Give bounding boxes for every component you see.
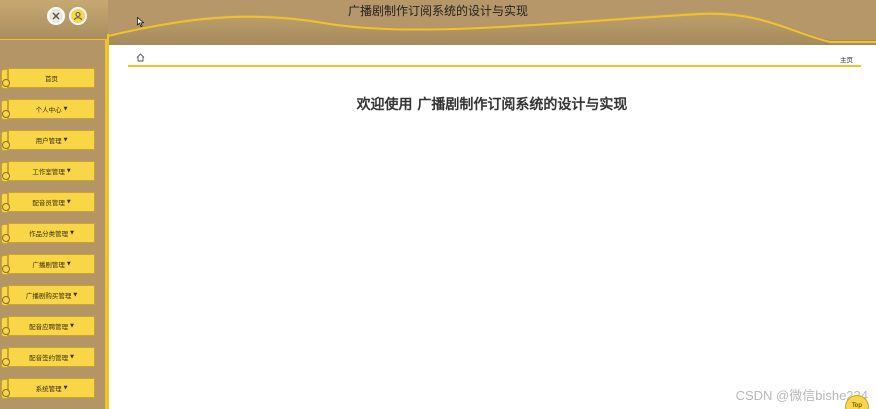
sidebar-tab-icon — [1, 162, 10, 182]
sidebar-item-category-management[interactable]: 作品分类管理 ▼ — [1, 223, 95, 244]
sidebar-tab-icon — [1, 69, 10, 89]
sidebar-tab-icon — [1, 379, 10, 399]
sidebar-item-label: 首页 — [45, 75, 58, 83]
sidebar-item-voice-actor-management[interactable]: 配音员管理 ▼ — [1, 192, 95, 213]
sidebar-item-home[interactable]: 首页 — [1, 68, 95, 89]
sidebar-tab-icon — [1, 224, 10, 244]
breadcrumb-current[interactable]: 主页 — [840, 54, 853, 64]
sidebar-item-label: 配音签约管理 — [29, 354, 69, 362]
mouse-cursor-icon — [137, 17, 144, 27]
app-title: 广播剧制作订阅系统的设计与实现 — [347, 4, 528, 18]
caret-down-icon: ▼ — [66, 261, 71, 267]
sidebar-tab-icon — [1, 100, 10, 120]
sidebar-item-contract-management[interactable]: 配音签约管理 ▼ — [1, 347, 95, 368]
user-icon[interactable] — [69, 7, 87, 25]
sidebar-tab-icon — [1, 286, 10, 306]
home-icon[interactable] — [136, 53, 145, 62]
sidebar-item-application-management[interactable]: 配音应聘管理 ▼ — [1, 316, 95, 337]
sidebar-item-label: 配音员管理 — [32, 199, 65, 207]
sidebar-tab-icon — [1, 348, 10, 368]
sidebar-item-system-management[interactable]: 系统管理 ▼ — [1, 378, 95, 399]
caret-down-icon: ▼ — [66, 168, 71, 174]
sidebar-item-label: 系统管理 — [35, 385, 62, 393]
sidebar-tab-icon — [1, 317, 10, 337]
sidebar-tab-icon — [1, 193, 10, 213]
sidebar-item-label: 工作室管理 — [32, 168, 65, 176]
breadcrumb: 主页 — [128, 50, 861, 67]
sidebar-tab-icon — [1, 131, 10, 151]
sidebar-item-user-management[interactable]: 用户管理 ▼ — [1, 130, 95, 151]
caret-down-icon: ▼ — [73, 292, 78, 298]
caret-down-icon: ▼ — [70, 323, 74, 329]
sidebar-item-label: 作品分类管理 — [29, 230, 69, 238]
sidebar-item-studio-management[interactable]: 工作室管理 ▼ — [1, 161, 95, 182]
caret-down-icon: ▼ — [66, 199, 71, 205]
sidebar-item-personal-center[interactable]: 个人中心 ▼ — [1, 99, 95, 120]
caret-down-icon: ▼ — [63, 137, 68, 143]
sidebar-item-label: 广播剧管理 — [32, 261, 65, 269]
caret-down-icon: ▼ — [63, 106, 68, 112]
welcome-heading: 欢迎使用 广播剧制作订阅系统的设计与实现 — [356, 97, 628, 113]
sidebar-item-label: 配音应聘管理 — [29, 323, 69, 331]
close-x-icon[interactable] — [47, 7, 65, 25]
sidebar-item-label: 用户管理 — [35, 137, 62, 145]
sidebar-item-drama-management[interactable]: 广播剧管理 ▼ — [1, 254, 95, 275]
caret-down-icon: ▼ — [70, 354, 74, 360]
caret-down-icon: ▼ — [70, 230, 74, 236]
sidebar-item-label: 广播剧购买管理 — [25, 292, 72, 300]
sidebar-tab-icon — [1, 255, 10, 275]
caret-down-icon: ▼ — [63, 385, 68, 391]
sidebar-item-label: 个人中心 — [35, 106, 62, 114]
sidebar-item-purchase-management[interactable]: 广播剧购买管理 ▼ — [1, 285, 95, 306]
